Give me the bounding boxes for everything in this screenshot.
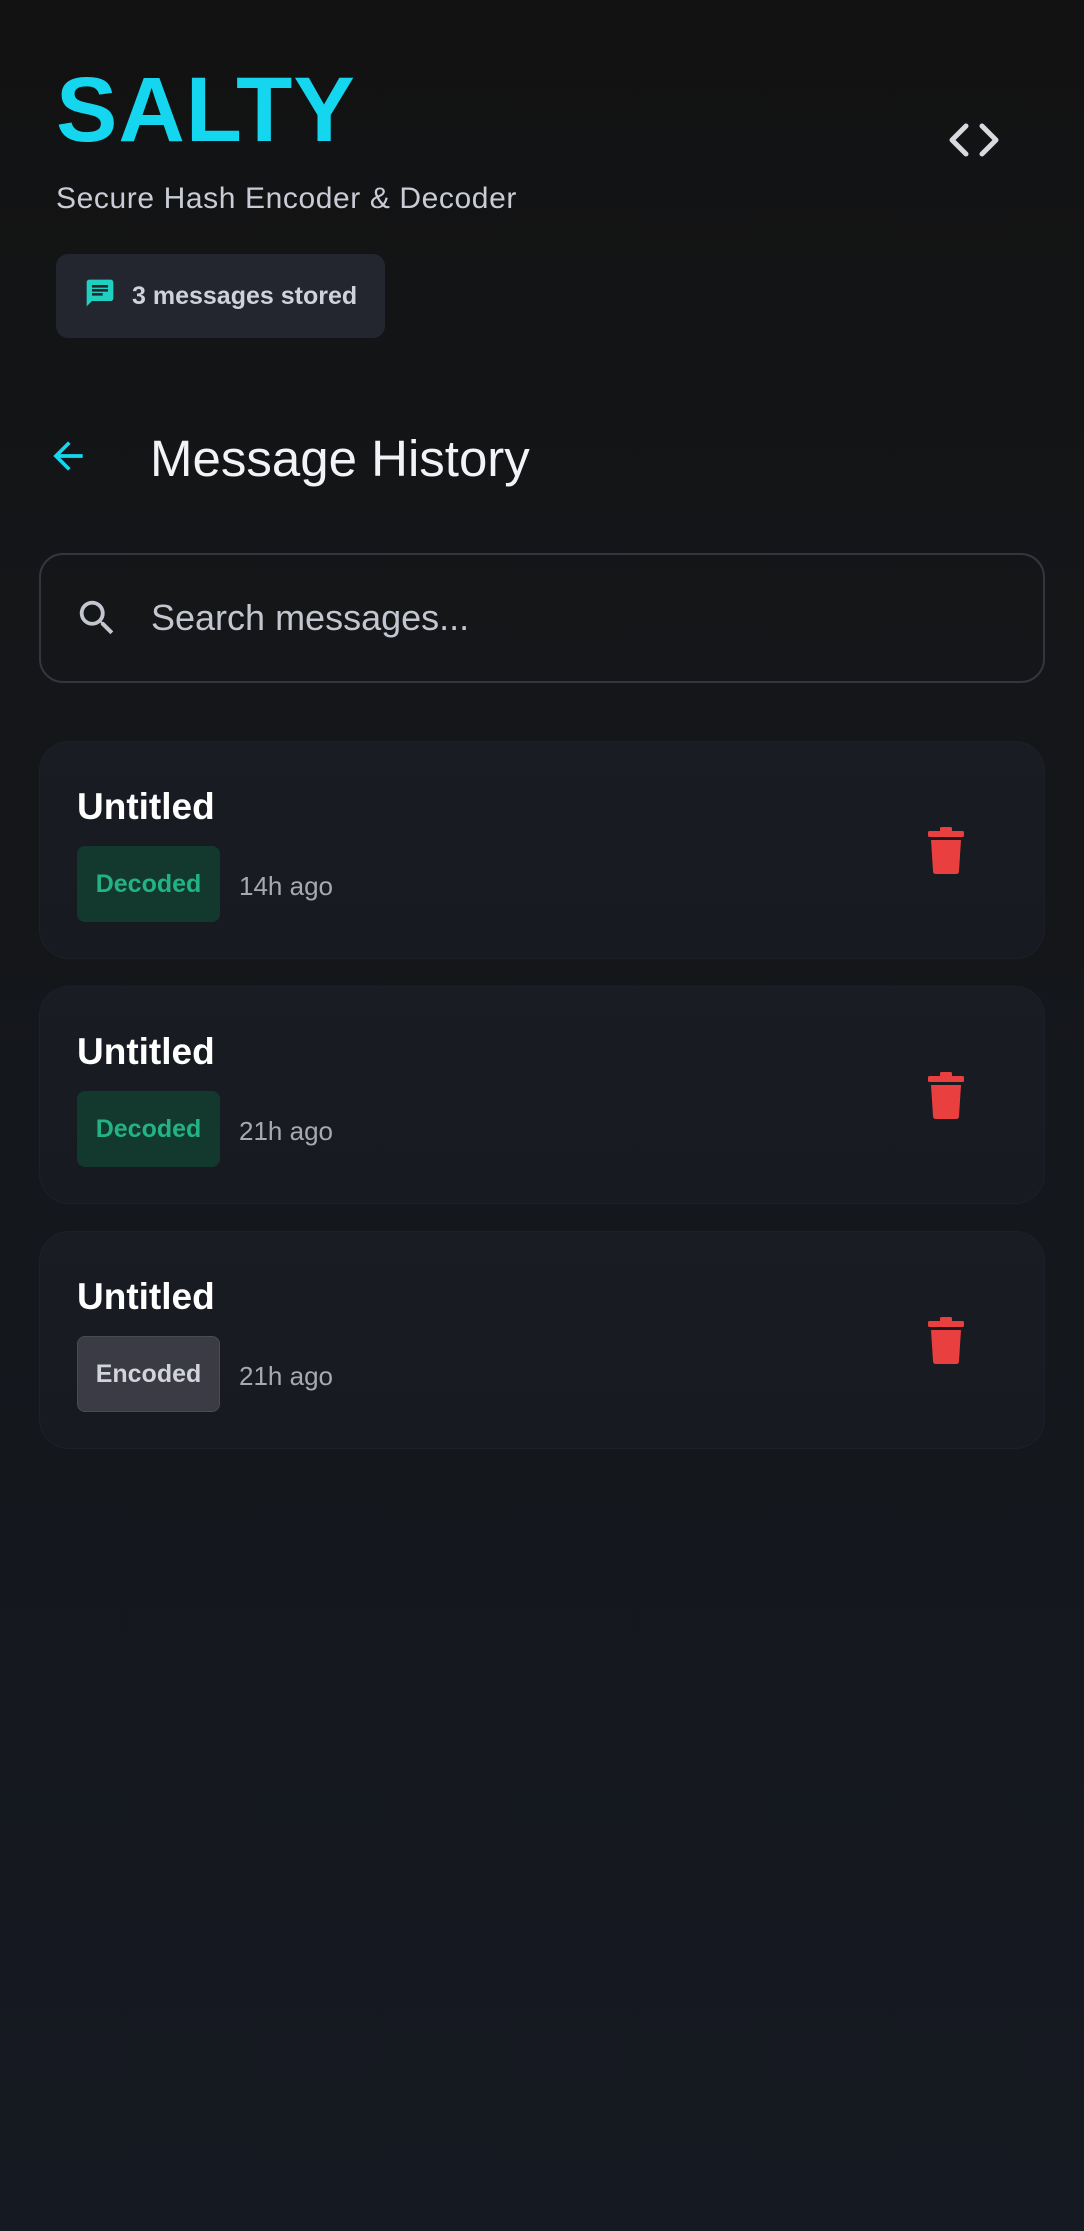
message-timestamp: 14h ago [239, 871, 333, 901]
page-title: Message History [150, 429, 530, 487]
page-header: Message History [40, 418, 530, 498]
message-icon [84, 277, 116, 316]
trash-icon [926, 825, 966, 880]
message-title: Untitled [77, 1276, 215, 1317]
status-badge: Encoded [77, 1336, 220, 1412]
delete-button[interactable] [918, 1314, 974, 1370]
trash-icon [926, 1070, 966, 1125]
messages-count-badge: 3 messages stored [56, 254, 386, 338]
message-title: Untitled [77, 786, 215, 827]
header: SALTY Secure Hash Encoder & Decoder 3 me… [56, 60, 1028, 338]
app-title: SALTY [56, 59, 356, 161]
delete-button[interactable] [918, 824, 974, 880]
code-icon [944, 118, 1004, 167]
code-toggle-button[interactable] [934, 112, 1014, 172]
back-button[interactable] [40, 430, 96, 486]
message-card[interactable]: Untitled Decoded 14h ago [39, 741, 1045, 959]
search-input[interactable] [151, 555, 1043, 681]
arrow-left-icon [46, 434, 90, 483]
message-card[interactable]: Untitled Decoded 21h ago [39, 986, 1045, 1204]
app-subtitle: Secure Hash Encoder & Decoder [56, 182, 517, 215]
status-badge: Decoded [77, 1091, 220, 1167]
message-card[interactable]: Untitled Encoded 21h ago [39, 1231, 1045, 1449]
search-bar [39, 553, 1045, 683]
message-timestamp: 21h ago [239, 1116, 333, 1146]
message-title: Untitled [77, 1031, 215, 1072]
app-root: SALTY Secure Hash Encoder & Decoder 3 me… [0, 0, 1084, 2231]
delete-button[interactable] [918, 1069, 974, 1125]
search-icon [73, 594, 121, 642]
messages-count-label: 3 messages stored [132, 281, 358, 310]
message-timestamp: 21h ago [239, 1361, 333, 1391]
message-list: Untitled Decoded 14h ago Untitled Decode… [39, 741, 1045, 1476]
trash-icon [926, 1315, 966, 1370]
status-badge: Decoded [77, 846, 220, 922]
